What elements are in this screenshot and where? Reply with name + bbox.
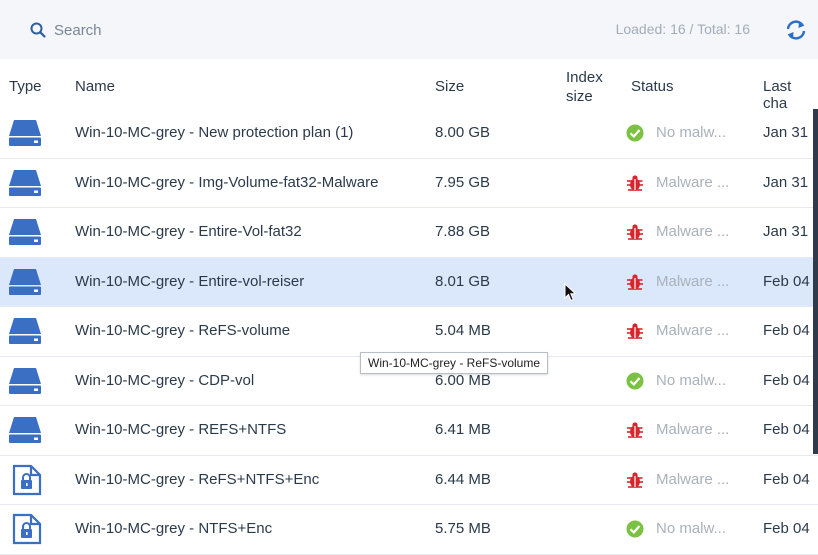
column-header-name[interactable]: Name — [75, 78, 115, 95]
last-changed-date: Feb 04 — [763, 371, 810, 389]
status-cell: Malware ... — [626, 456, 738, 504]
mouse-cursor-icon — [564, 283, 577, 302]
last-changed-cell: Jan 31 0 — [763, 208, 811, 256]
backup-name[interactable]: Win-10-MC-grey - Entire-vol-reiser — [75, 258, 420, 306]
last-changed-date: Feb 04 — [763, 322, 810, 339]
backup-size: 6.44 MB — [435, 470, 491, 488]
column-header-index-size-line2[interactable]: size — [566, 88, 593, 105]
last-changed-cell: Jan 31 0 — [763, 159, 811, 207]
backup-name[interactable]: Win-10-MC-grey - ReFS+NTFS+Enc — [75, 456, 420, 504]
status-text: Malware ... — [656, 322, 730, 339]
type-cell — [8, 307, 44, 355]
status-text: Malware ... — [656, 173, 730, 191]
status-cell: Malware ... — [626, 307, 738, 355]
backup-name[interactable]: Win-10-MC-grey - ReFS-volume — [75, 307, 420, 355]
type-cell — [8, 208, 44, 256]
column-header-index-size-line1[interactable]: Index — [566, 69, 603, 86]
last-changed-cell: Feb 04 0 — [763, 258, 811, 306]
table-row[interactable]: Win-10-MC-grey - ReFS+NTFS+Enc 6.44 MB Mal… — [0, 455, 818, 505]
last-changed-cell: Feb 04 — [763, 505, 811, 553]
type-cell — [8, 159, 44, 207]
backup-name[interactable]: Win-10-MC-grey - NTFS+Enc — [75, 505, 420, 553]
backup-list: Win-10-MC-grey - New protection plan (1)… — [0, 109, 818, 555]
last-changed-date: Jan 31 — [763, 223, 809, 240]
last-changed-cell: Jan 31 0 — [763, 109, 811, 157]
column-header-last-changed[interactable]: Last cha — [763, 78, 818, 112]
last-changed-date: Feb 04 — [763, 470, 810, 488]
status-cell: Malware ... — [626, 406, 738, 454]
type-cell — [8, 357, 44, 405]
backup-size: 7.88 GB — [435, 223, 491, 240]
status-text: Malware ... — [656, 272, 730, 290]
last-changed-date: Feb 04 — [763, 272, 810, 290]
status-cell: Malware ... — [626, 258, 738, 306]
last-changed-date: Feb 04 — [763, 421, 810, 438]
refresh-icon[interactable] — [784, 19, 808, 41]
scrollbar[interactable] — [813, 109, 818, 454]
backup-size: 5.75 MB — [435, 520, 491, 537]
last-changed-cell: Feb 04 — [763, 456, 811, 504]
loaded-count: Loaded: 16 / Total: 16 — [615, 21, 750, 37]
backup-size: 8.01 GB — [435, 272, 491, 290]
status-cell: No malw... — [626, 109, 738, 157]
table-row[interactable]: Win-10-MC-grey - New protection plan (1)… — [0, 109, 818, 159]
backup-name[interactable]: Win-10-MC-grey - New protection plan (1) — [75, 109, 420, 157]
backup-size: 5.04 MB — [435, 322, 491, 339]
last-changed-date: Feb 04 — [763, 520, 810, 537]
backup-size: 6.41 MB — [435, 421, 491, 438]
status-text: Malware ... — [656, 421, 730, 438]
last-changed-cell: Feb 04 — [763, 307, 811, 355]
status-text: No malw... — [656, 520, 727, 537]
status-text: Malware ... — [656, 470, 730, 488]
status-cell: No malw... — [626, 357, 738, 405]
column-header-size[interactable]: Size — [435, 78, 464, 95]
table-row[interactable]: Win-10-MC-grey - Img-Volume-fat32-Malwar… — [0, 158, 818, 208]
backup-name[interactable]: Win-10-MC-grey - REFS+NTFS — [75, 406, 420, 454]
name-tooltip: Win-10-MC-grey - ReFS-volume — [360, 352, 549, 374]
backup-size: 8.00 GB — [435, 124, 491, 141]
backup-name[interactable]: Win-10-MC-grey - Entire-Vol-fat32 — [75, 208, 420, 256]
table-row[interactable]: Win-10-MC-grey - REFS+NTFS 6.41 MB Malware… — [0, 406, 818, 456]
search-input[interactable] — [54, 19, 254, 41]
toolbar: Loaded: 16 / Total: 16 — [0, 0, 818, 60]
last-changed-cell: Feb 04 — [763, 406, 811, 454]
search-icon[interactable] — [30, 22, 46, 38]
status-text: No malw... — [656, 124, 727, 141]
type-cell — [8, 109, 44, 157]
backup-size: 7.95 GB — [435, 173, 491, 191]
type-cell — [8, 406, 44, 454]
status-text: No malw... — [656, 371, 727, 389]
table-row[interactable]: Win-10-MC-grey - Entire-Vol-fat32 7.88 GB… — [0, 208, 818, 258]
status-cell: Malware ... — [626, 159, 738, 207]
table-row[interactable]: Win-10-MC-grey - ReFS-volume 5.04 MB Malwa… — [0, 307, 818, 357]
status-cell: Malware ... — [626, 208, 738, 256]
last-changed-cell: Feb 04 — [763, 357, 811, 405]
status-cell: No malw... — [626, 505, 738, 553]
last-changed-date: Jan 31 — [763, 173, 809, 191]
type-cell — [8, 258, 44, 306]
column-header-status[interactable]: Status — [631, 78, 674, 95]
type-cell — [8, 456, 44, 504]
last-changed-date: Jan 31 — [763, 124, 809, 141]
type-cell — [8, 505, 44, 553]
table-row[interactable]: Win-10-MC-grey - Entire-vol-reiser 8.01 G… — [0, 257, 818, 307]
backup-name[interactable]: Win-10-MC-grey - Img-Volume-fat32-Malwar… — [75, 159, 420, 207]
column-header-type[interactable]: Type — [9, 78, 42, 95]
table-header: Type Name Size Index size Status Last ch… — [0, 59, 818, 112]
status-text: Malware ... — [656, 223, 730, 240]
table-row[interactable]: Win-10-MC-grey - NTFS+Enc 5.75 MB No malw.… — [0, 505, 818, 555]
